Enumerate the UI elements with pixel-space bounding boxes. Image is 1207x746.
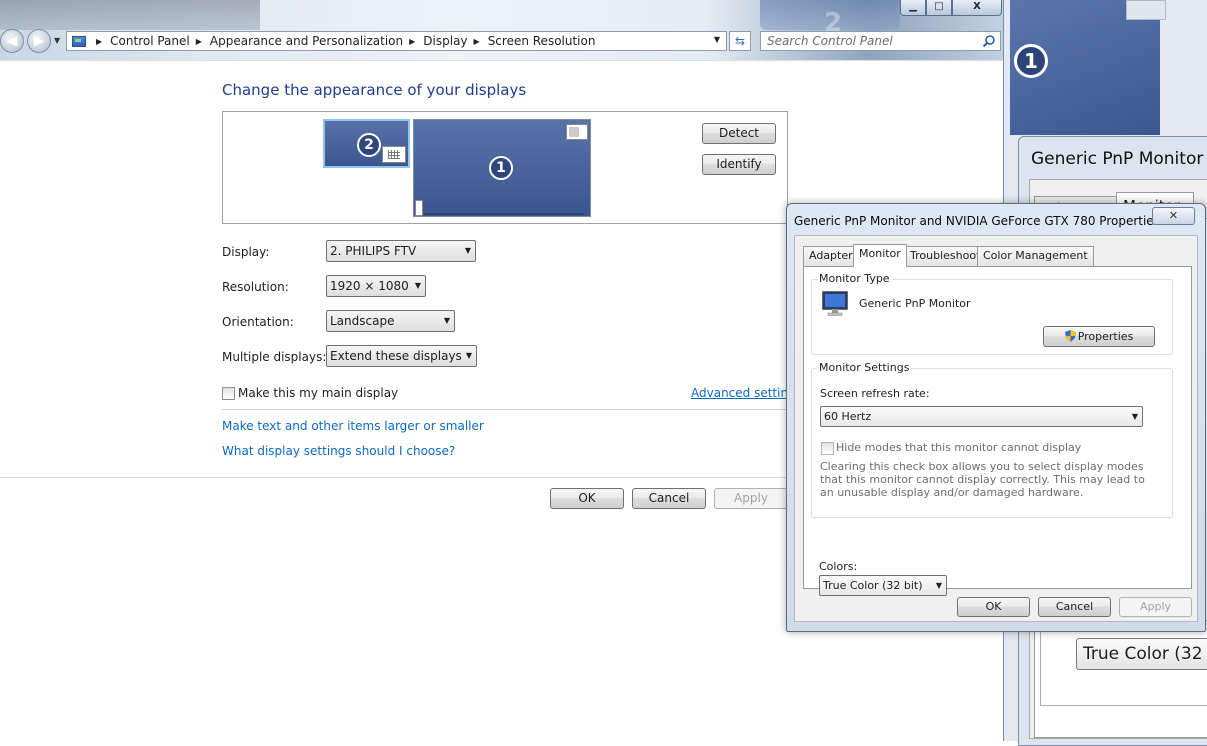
apply-button[interactable]: Apply [714, 488, 788, 509]
resolution-label: Resolution: [222, 280, 289, 294]
background-preview-corner [1126, 0, 1166, 20]
tab-color-management[interactable]: Color Management [977, 246, 1094, 266]
breadcrumb-control-panel[interactable]: Control Panel [110, 34, 190, 48]
keyboard-icon [382, 146, 406, 163]
orientation-label: Orientation: [222, 315, 294, 329]
dialog-ok-button[interactable]: OK [957, 597, 1030, 617]
window-edge-icon [415, 200, 423, 216]
minimize-button[interactable]: ▁ [900, 0, 926, 16]
display-settings-help-link[interactable]: What display settings should I choose? [222, 444, 455, 458]
chevron-down-icon: ▼ [443, 316, 450, 325]
colors-label: Colors: [819, 560, 858, 573]
orientation-select[interactable]: Landscape ▼ [326, 310, 455, 332]
dialog-apply-button[interactable]: Apply [1119, 597, 1192, 617]
background-properties-title: Generic PnP Monitor a [1031, 149, 1207, 169]
breadcrumb-separator-icon[interactable]: ▶ [96, 37, 102, 46]
search-icon[interactable] [982, 34, 996, 48]
chevron-down-icon: ▼ [464, 246, 471, 255]
search-box[interactable] [760, 31, 1001, 51]
monitor-1-badge: 1 [489, 156, 513, 180]
display-select-value: 2. PHILIPS FTV [330, 244, 417, 258]
monitor-2-thumbnail[interactable]: 2 [323, 119, 410, 168]
control-panel-icon [72, 35, 86, 47]
monitor-type-name: Generic PnP Monitor [859, 297, 971, 310]
text-size-link[interactable]: Make text and other items larger or smal… [222, 419, 484, 433]
orientation-select-value: Landscape [330, 314, 395, 328]
monitor-icon [822, 291, 848, 316]
resolution-select[interactable]: 1920 × 1080 ▼ [326, 275, 426, 297]
identify-button[interactable]: Identify [702, 154, 776, 175]
monitor-tab-panel: Monitor Type Generic PnP Monitor Propert… [803, 266, 1192, 596]
dialog-title: Generic PnP Monitor and NVIDIA GeForce G… [794, 214, 1160, 228]
dialog-body: Adapter Monitor Troubleshoot Color Manag… [794, 235, 1198, 622]
display-select[interactable]: 2. PHILIPS FTV ▼ [326, 240, 476, 262]
breadcrumb-separator-icon[interactable]: ▶ [474, 37, 480, 46]
refresh-button[interactable]: ⇆ [729, 31, 751, 51]
multiple-displays-select[interactable]: Extend these displays ▼ [326, 345, 477, 367]
monitor-properties-button-label: Properties [1077, 330, 1134, 343]
back-button[interactable]: ◀ [0, 29, 24, 53]
window-icon [566, 124, 588, 140]
resolution-select-value: 1920 × 1080 [330, 279, 409, 293]
monitor-properties-button[interactable]: Properties [1043, 326, 1155, 347]
monitor-settings-group: Monitor Settings Screen refresh rate: 60… [811, 361, 1173, 518]
recent-pages-chevron-icon[interactable]: ▼ [54, 36, 60, 45]
hide-modes-checkbox[interactable] [821, 442, 834, 455]
forward-button[interactable]: ▶ [27, 29, 51, 53]
ok-button[interactable]: OK [550, 488, 624, 509]
monitor-2-badge: 2 [357, 133, 381, 157]
page-title: Change the appearance of your displays [222, 81, 527, 99]
monitor-settings-title: Monitor Settings [817, 361, 912, 374]
monitor-type-group: Monitor Type Generic PnP Monitor Propert… [811, 272, 1173, 355]
main-display-checkbox[interactable] [222, 387, 235, 400]
breadcrumb-separator-icon[interactable]: ▶ [196, 37, 202, 46]
close-button[interactable]: X [952, 0, 1002, 16]
chevron-down-icon: ▼ [465, 351, 472, 360]
taskbar-line [424, 213, 584, 215]
cancel-button[interactable]: Cancel [632, 488, 706, 509]
dialog-close-button[interactable]: ✕ [1152, 207, 1195, 225]
monitor-1-thumbnail[interactable]: 1 [413, 119, 591, 217]
background-monitor-preview: 1 [1010, 0, 1166, 135]
tab-troubleshoot[interactable]: Troubleshoot [904, 246, 987, 266]
chevron-down-icon: ▼ [1131, 412, 1138, 421]
refresh-rate-select-value: 60 Hertz [824, 410, 872, 423]
colors-select[interactable]: True Color (32 bit) ▼ [819, 575, 947, 596]
refresh-rate-label: Screen refresh rate: [820, 387, 930, 400]
multiple-displays-label: Multiple displays: [222, 350, 327, 364]
search-input[interactable] [761, 32, 971, 50]
maximize-button[interactable]: □ [926, 0, 952, 16]
background-monitor-badge: 1 [1014, 44, 1048, 78]
colors-select-value: True Color (32 bit) [823, 579, 923, 592]
monitor-properties-dialog: Generic PnP Monitor and NVIDIA GeForce G… [786, 203, 1206, 632]
window-caption-buttons: ▁ □ X [900, 0, 1004, 16]
divider [222, 409, 788, 410]
multiple-displays-select-value: Extend these displays [330, 349, 462, 363]
hide-modes-description: Clearing this check box allows you to se… [820, 460, 1145, 499]
hide-modes-label[interactable]: Hide modes that this monitor cannot disp… [836, 441, 1081, 454]
detect-button[interactable]: Detect [702, 123, 776, 144]
chevron-down-icon: ▼ [935, 581, 942, 590]
main-display-label[interactable]: Make this my main display [238, 386, 398, 400]
breadcrumb-separator-icon[interactable]: ▶ [409, 37, 415, 46]
breadcrumb-screen-resolution[interactable]: Screen Resolution [488, 34, 596, 48]
breadcrumb-display[interactable]: Display [423, 34, 467, 48]
background-colors-combo: True Color (32 bit [1076, 638, 1207, 670]
monitor-type-title: Monitor Type [817, 272, 892, 285]
tab-monitor[interactable]: Monitor [853, 244, 907, 267]
breadcrumb-appearance[interactable]: Appearance and Personalization [210, 34, 403, 48]
uac-shield-icon [1064, 330, 1076, 342]
address-dropdown-icon[interactable]: ▼ [714, 35, 720, 44]
refresh-rate-select[interactable]: 60 Hertz ▼ [820, 406, 1143, 427]
chevron-down-icon: ▼ [414, 281, 421, 290]
display-label: Display: [222, 245, 270, 259]
address-bar[interactable]: ▶ Control Panel ▶ Appearance and Persona… [66, 31, 727, 51]
tab-adapter[interactable]: Adapter [803, 246, 859, 266]
dialog-cancel-button[interactable]: Cancel [1038, 597, 1111, 617]
